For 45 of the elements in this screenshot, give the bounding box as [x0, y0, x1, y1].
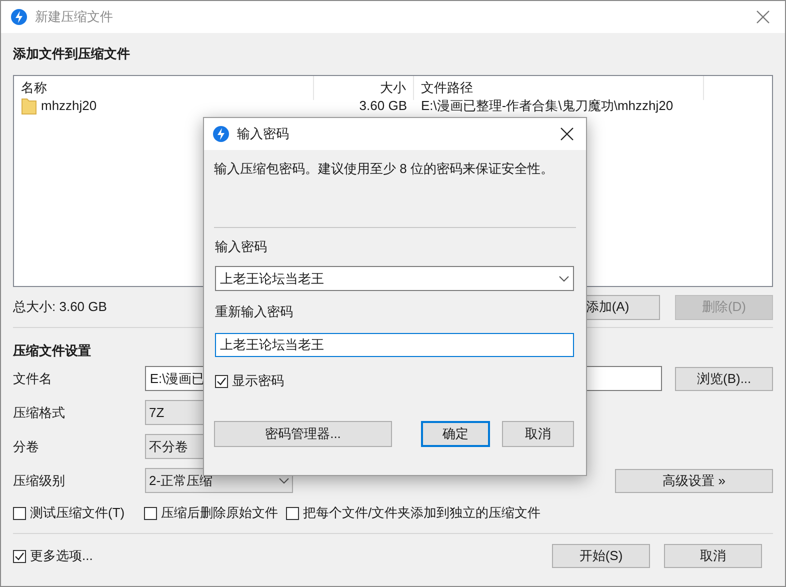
button[interactable]: 确定 [421, 421, 490, 447]
checkbox-label: 压缩后删除原始文件 [161, 504, 278, 522]
checkbox[interactable] [13, 506, 26, 520]
button[interactable]: 浏览(B)... [675, 366, 774, 390]
check-icon [216, 376, 227, 386]
window-title: 新建压缩文件 [35, 8, 113, 26]
chevron-icon [279, 478, 289, 484]
column-header[interactable]: 文件路径 [414, 76, 704, 100]
total-size: 总大小: 3.60 GB [13, 298, 107, 316]
folder-icon [21, 97, 37, 115]
button[interactable]: 取消 [664, 544, 762, 568]
section-heading: 添加文件到压缩文件 [13, 45, 130, 63]
input-field[interactable]: 上老王论坛当老王 [215, 333, 574, 357]
section-heading: 压缩文件设置 [13, 342, 91, 360]
field-label: 压缩格式 [13, 404, 66, 422]
field-label: 重新输入密码 [215, 303, 294, 321]
file-path: E:\漫画已整理-作者合集\鬼刀魔功\mhzzhj20 [420, 97, 674, 116]
button[interactable]: 密码管理器... [214, 421, 392, 447]
checkbox[interactable] [215, 374, 228, 388]
field-label: 压缩级别 [13, 472, 66, 490]
checkbox-label: 显示密码 [232, 372, 284, 390]
close-icon [756, 10, 770, 24]
dialog-message: 输入压缩包密码。建议使用至少 8 位的密码来保证安全性。 [214, 160, 554, 178]
checkbox[interactable] [13, 550, 26, 562]
field-label: 文件名 [13, 370, 53, 388]
app-icon [213, 126, 229, 142]
checkbox[interactable] [144, 506, 157, 520]
file-size: 3.60 GB [358, 97, 408, 116]
button[interactable]: 取消 [502, 421, 574, 447]
checkbox-label: 把每个文件/文件夹添加到独立的压缩文件 [303, 504, 541, 522]
button[interactable]: 开始(S) [552, 544, 650, 568]
field-label: 输入密码 [215, 238, 268, 256]
checkbox-label: 更多选项... [30, 547, 93, 566]
file-name: mhzzhj20 [41, 97, 97, 116]
checkbox[interactable] [286, 506, 299, 520]
field-label: 分卷 [13, 438, 40, 456]
app-icon [11, 9, 27, 25]
close-icon [560, 127, 574, 141]
chevron-icon [559, 276, 569, 282]
column-header[interactable]: 大小 [314, 76, 414, 100]
button[interactable]: 高级设置 » [615, 468, 773, 492]
checkbox-label: 测试压缩文件(T) [30, 504, 125, 522]
dialog-title: 输入密码 [237, 125, 289, 144]
check-icon [14, 550, 25, 562]
password-dropdown[interactable]: 上老王论坛当老王 [215, 266, 574, 291]
